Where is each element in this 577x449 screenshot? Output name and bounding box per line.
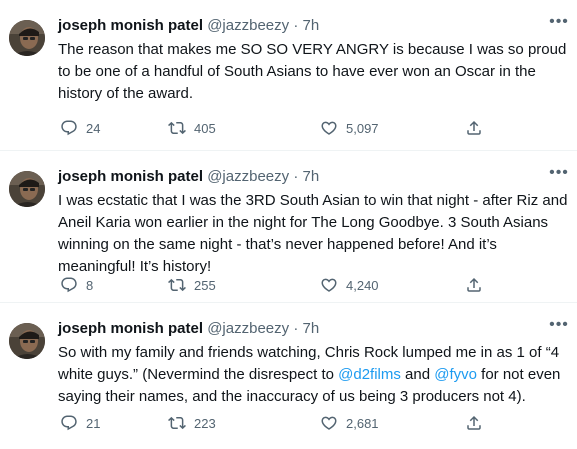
like-button[interactable]: 5,097 (320, 118, 379, 138)
tweet-text: So with my family and friends watching, … (58, 342, 568, 408)
author-handle[interactable]: @jazzbeezy (207, 320, 289, 337)
tweet[interactable]: joseph monish patel @jazzbeezy · 7h ••• … (0, 151, 577, 303)
tweet[interactable]: joseph monish patel @jazzbeezy · 7h ••• … (0, 0, 577, 151)
reply-count: 24 (86, 120, 101, 136)
tweet-actions: 24 405 5,097 (58, 118, 488, 138)
like-count: 5,097 (346, 120, 379, 136)
mention-link-d2films[interactable]: @d2films (338, 366, 401, 383)
tweet[interactable]: joseph monish patel @jazzbeezy · 7h ••• … (0, 303, 577, 449)
like-count: 4,240 (346, 277, 379, 293)
avatar[interactable] (9, 20, 45, 56)
share-icon (465, 276, 483, 294)
like-count: 2,681 (346, 415, 379, 431)
reply-icon (60, 276, 78, 294)
retweet-button[interactable]: 405 (168, 118, 216, 138)
author-handle[interactable]: @jazzbeezy (207, 17, 289, 34)
more-icon[interactable]: ••• (547, 14, 571, 34)
separator-dot: · (293, 320, 299, 337)
tweet-text: The reason that makes me SO SO VERY ANGR… (58, 41, 567, 102)
tweet-actions: 21 223 2,681 (58, 413, 488, 433)
separator-dot: · (293, 17, 299, 34)
retweet-count: 223 (194, 415, 216, 431)
retweet-icon (168, 119, 186, 137)
reply-icon (60, 119, 78, 137)
share-button[interactable] (465, 413, 483, 433)
reply-count: 21 (86, 415, 101, 431)
like-icon (320, 119, 338, 137)
author-name[interactable]: joseph monish patel (58, 320, 203, 337)
like-icon (320, 276, 338, 294)
reply-button[interactable]: 21 (60, 413, 100, 433)
like-button[interactable]: 4,240 (320, 275, 379, 295)
timestamp[interactable]: 7h (302, 320, 319, 337)
retweet-icon (168, 276, 186, 294)
author-name[interactable]: joseph monish patel (58, 17, 203, 34)
author-name[interactable]: joseph monish patel (58, 168, 203, 185)
tweet-text-segment: and (400, 366, 435, 383)
timestamp[interactable]: 7h (302, 168, 319, 185)
share-button[interactable] (465, 275, 483, 295)
like-icon (320, 414, 338, 432)
like-button[interactable]: 2,681 (320, 413, 379, 433)
avatar[interactable] (9, 323, 45, 359)
reply-count: 8 (86, 277, 94, 293)
timestamp[interactable]: 7h (302, 17, 319, 34)
retweet-button[interactable]: 255 (168, 275, 216, 295)
author-handle[interactable]: @jazzbeezy (207, 168, 289, 185)
tweet-header: joseph monish patel @jazzbeezy · 7h (58, 167, 319, 187)
retweet-count: 405 (194, 120, 216, 136)
share-icon (465, 119, 483, 137)
tweet-header: joseph monish patel @jazzbeezy · 7h (58, 16, 319, 36)
avatar[interactable] (9, 171, 45, 207)
reply-button[interactable]: 8 (60, 275, 93, 295)
share-button[interactable] (465, 118, 483, 138)
retweet-count: 255 (194, 277, 216, 293)
tweet-header: joseph monish patel @jazzbeezy · 7h (58, 319, 319, 339)
more-icon[interactable]: ••• (547, 317, 571, 337)
reply-icon (60, 414, 78, 432)
separator-dot: · (293, 168, 299, 185)
tweet-actions: 8 255 4,240 (58, 275, 488, 295)
retweet-button[interactable]: 223 (168, 413, 216, 433)
more-icon[interactable]: ••• (547, 165, 571, 185)
retweet-icon (168, 414, 186, 432)
tweet-text: I was ecstatic that I was the 3RD South … (58, 192, 568, 275)
mention-link-fyvo[interactable]: @fyvo (434, 366, 477, 383)
share-icon (465, 414, 483, 432)
reply-button[interactable]: 24 (60, 118, 100, 138)
